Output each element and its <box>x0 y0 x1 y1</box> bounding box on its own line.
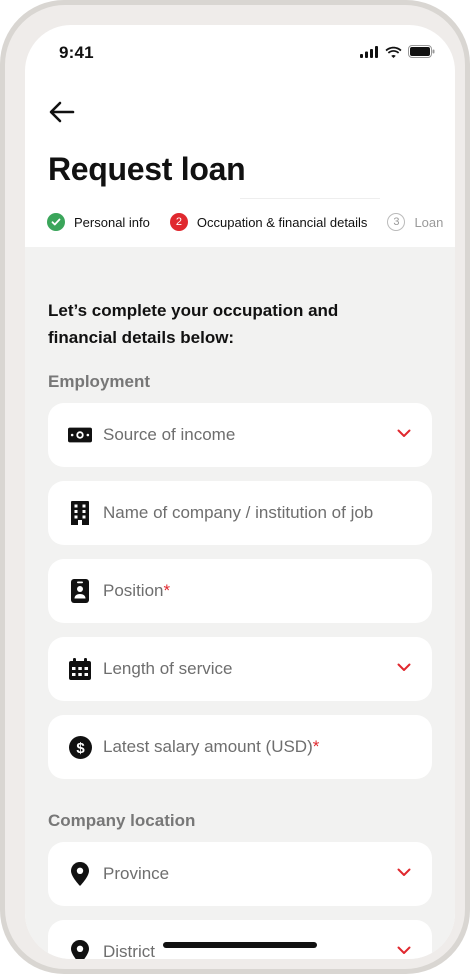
chevron-down-icon <box>397 429 411 437</box>
progress-stepper: Personal info 2 Occupation & financial d… <box>47 213 455 231</box>
length-of-service-select[interactable]: Length of service <box>48 637 432 701</box>
page-title: Request loan <box>48 151 246 187</box>
step-personal-info[interactable]: Personal info <box>47 213 150 231</box>
cash-icon <box>68 423 92 447</box>
device-bezel: 9:41 Request loan Personal info 2 Occupa… <box>5 5 465 969</box>
location-pin-icon <box>68 862 92 886</box>
section-employment: Employment <box>48 372 151 391</box>
section-company-location: Company location <box>48 811 196 830</box>
device-frame: 9:41 Request loan Personal info 2 Occupa… <box>0 0 470 974</box>
home-indicator[interactable] <box>163 942 317 948</box>
form-intro: Let’s complete your occupation and finan… <box>48 301 339 347</box>
building-icon <box>68 501 92 525</box>
province-select[interactable]: Province <box>48 842 432 906</box>
step-number: 2 <box>169 213 188 231</box>
field-label: Source of income <box>103 425 236 444</box>
battery-icon <box>408 45 435 58</box>
step-loan[interactable]: 3 Loan <box>387 213 443 231</box>
chevron-down-icon <box>397 868 411 876</box>
signal-icon <box>360 45 378 58</box>
step-occupation[interactable]: 2 Occupation & financial details <box>169 213 368 231</box>
status-bar: 9:41 <box>25 25 455 81</box>
divider <box>240 198 380 199</box>
status-icons <box>360 45 435 58</box>
back-button[interactable] <box>47 97 77 127</box>
chevron-down-icon <box>397 663 411 671</box>
svg-text:$: $ <box>76 740 85 757</box>
step-label: Personal info <box>74 214 150 230</box>
calendar-icon <box>68 657 92 681</box>
location-pin-icon <box>68 940 92 959</box>
field-label: District <box>103 942 155 959</box>
field-label: Name of company / institution of job <box>103 503 374 522</box>
salary-input[interactable]: $ Latest salary amount (USD)* <box>48 715 432 779</box>
field-label: Length of service <box>103 659 233 678</box>
field-label: Province <box>103 864 170 883</box>
company-name-input[interactable]: Name of company / institution of job <box>48 481 432 545</box>
field-label: Latest salary amount (USD)* <box>103 737 320 756</box>
step-number: 3 <box>387 213 406 231</box>
step-label: Occupation & financial details <box>196 214 368 230</box>
app-screen: 9:41 Request loan Personal info 2 Occupa… <box>25 25 455 959</box>
dollar-icon: $ <box>68 735 92 759</box>
badge-icon <box>68 579 92 603</box>
wifi-icon <box>385 46 402 58</box>
required-mark: * <box>163 581 171 600</box>
field-label: Position* <box>103 581 171 600</box>
source-of-income-select[interactable]: Source of income <box>48 403 432 467</box>
chevron-down-icon <box>397 946 411 954</box>
position-input[interactable]: Position* <box>48 559 432 623</box>
required-mark: * <box>312 737 320 756</box>
district-select[interactable]: District <box>48 920 432 959</box>
check-icon <box>47 213 65 231</box>
step-label: Loan <box>414 214 444 230</box>
status-time: 9:41 <box>59 43 94 62</box>
form-area: Let’s complete your occupation and finan… <box>25 247 455 959</box>
arrow-left-icon <box>49 101 75 123</box>
